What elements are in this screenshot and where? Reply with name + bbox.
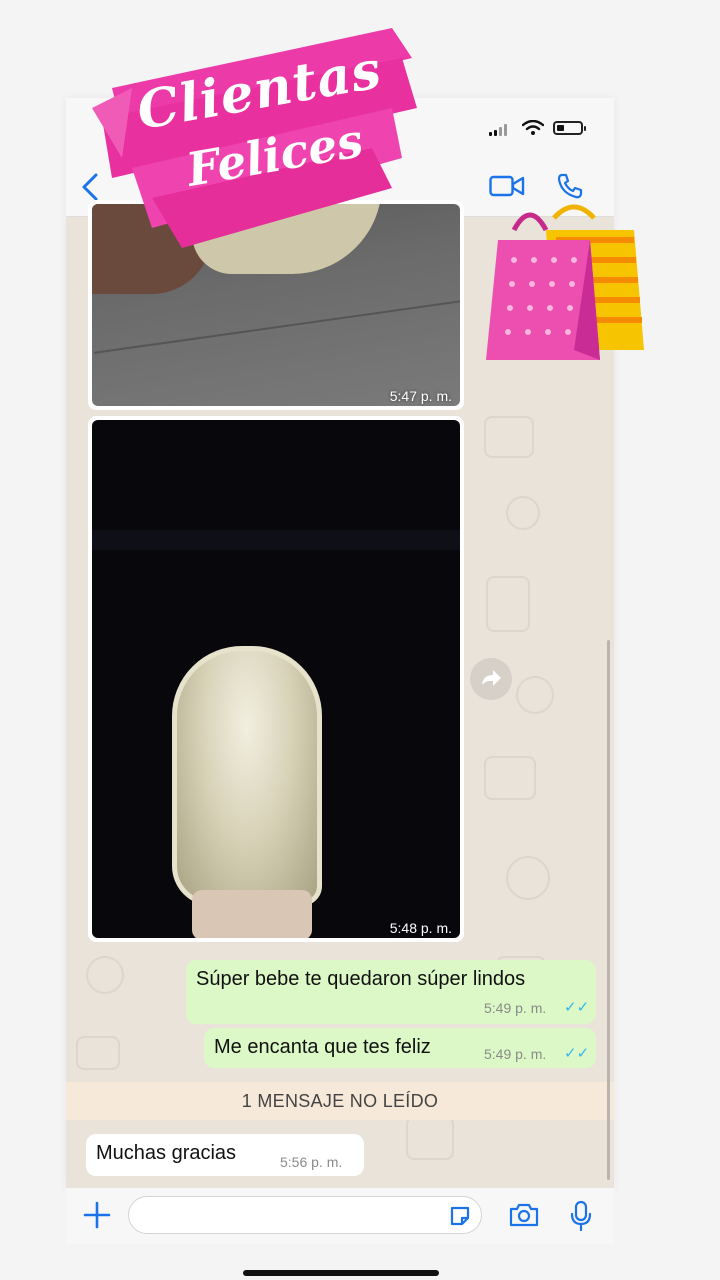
- forward-icon[interactable]: [470, 658, 512, 700]
- image-message[interactable]: 5:48 p. m.: [88, 416, 464, 942]
- incoming-message[interactable]: Muchas gracias 5:56 p. m.: [86, 1134, 364, 1176]
- scrollbar[interactable]: [607, 640, 610, 1180]
- outgoing-message[interactable]: Me encanta que tes feliz 5:49 p. m. ✓✓: [204, 1028, 596, 1068]
- unread-messages-banner: 1 MENSAJE NO LEÍDO: [66, 1082, 614, 1120]
- message-text: Me encanta que tes feliz: [214, 1036, 431, 1058]
- voice-call-icon[interactable]: [556, 172, 584, 200]
- home-indicator: [243, 1270, 439, 1276]
- message-time: 5:48 p. m.: [389, 920, 452, 936]
- message-text: Súper bebe te quedaron súper lindos: [196, 968, 526, 990]
- battery-icon: [553, 121, 586, 135]
- signal-icon: [489, 124, 509, 136]
- shoe-photo: [92, 420, 460, 938]
- message-time: 5:47 p. m.: [389, 388, 452, 404]
- shopping-bags-icon: [486, 204, 644, 360]
- video-call-icon[interactable]: [489, 174, 525, 198]
- microphone-icon[interactable]: [570, 1200, 592, 1232]
- wifi-icon: [522, 120, 544, 135]
- outgoing-message[interactable]: Súper bebe te quedaron súper lindos 5:49…: [186, 960, 596, 1024]
- sticker-icon[interactable]: [448, 1204, 472, 1228]
- message-time: 5:56 p. m.: [280, 1154, 343, 1170]
- camera-icon[interactable]: [508, 1202, 540, 1228]
- message-text: Muchas gracias: [96, 1142, 237, 1164]
- message-time: 5:49 p. m.: [484, 1046, 547, 1062]
- message-input[interactable]: [128, 1196, 482, 1234]
- read-receipt-icon: ✓✓: [564, 999, 590, 1016]
- message-time: 5:49 p. m.: [484, 1000, 547, 1016]
- read-receipt-icon: ✓✓: [564, 1045, 590, 1062]
- plus-icon[interactable]: [82, 1200, 112, 1230]
